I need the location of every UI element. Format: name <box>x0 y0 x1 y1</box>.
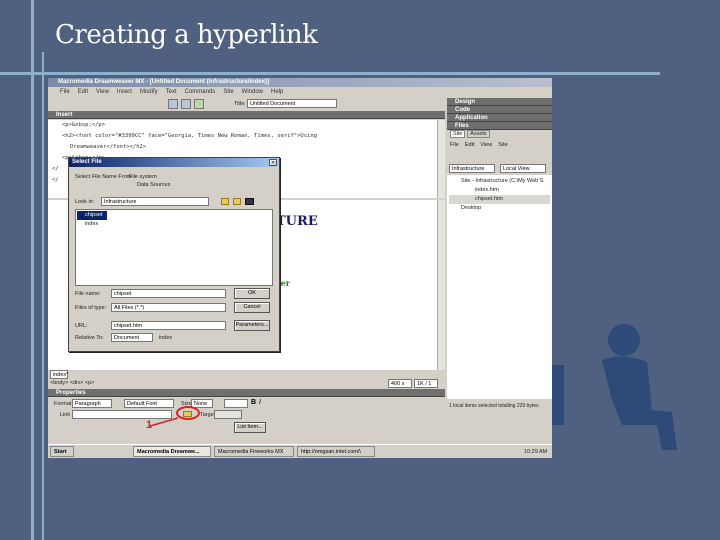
option-data-sources[interactable]: Data Sources <box>137 182 170 188</box>
select-file-dialog: Select File × Select File Name From: Fil… <box>68 157 280 352</box>
panel-code[interactable]: Code <box>447 106 552 114</box>
dialog-title: Select File <box>69 158 279 167</box>
file-item-chipset[interactable]: chipset <box>77 211 107 220</box>
view-menu-icon[interactable] <box>245 198 254 205</box>
code-line: <h2><font color="#3399CC" face="Georgia,… <box>62 133 317 139</box>
right-panel: Design Code Application Files Site Asset… <box>447 98 552 444</box>
font-select[interactable]: Default Font <box>124 399 174 408</box>
bold-button[interactable]: B <box>251 399 256 406</box>
tag-selector[interactable]: <body> <div> <p> <box>50 380 94 386</box>
look-in-select[interactable]: Infrastructure <box>101 197 209 206</box>
format-label: Format <box>54 401 72 407</box>
split-view-button[interactable] <box>181 99 191 109</box>
menu-insert[interactable]: Insert <box>117 89 132 95</box>
menu-window[interactable]: Window <box>242 89 263 95</box>
list-item-button[interactable]: List Item... <box>234 422 266 433</box>
menu-view[interactable]: View <box>96 89 109 95</box>
look-in-label: Look in: <box>75 199 95 205</box>
relative-doc-name: index <box>159 335 173 341</box>
menu-bar: File Edit View Insert Modify Text Commands Site… <box>60 88 291 97</box>
files-menu-file[interactable]: File <box>450 142 459 148</box>
properties-header[interactable]: Properties <box>48 389 445 397</box>
file-list[interactable]: chipset index <box>75 209 273 286</box>
taskbar-browser[interactable]: http://omgsan.intel.com/\ <box>297 446 375 457</box>
code-scrollbar[interactable] <box>437 120 445 198</box>
new-folder-icon[interactable] <box>233 198 241 205</box>
option-file-system[interactable]: File system <box>129 174 157 180</box>
files-of-type-label: Files of type: <box>75 305 107 311</box>
download-time: 1K / 1 sec <box>414 379 438 395</box>
decor-line-vertical-short <box>42 52 44 540</box>
start-button[interactable]: Start <box>50 446 74 457</box>
clock: 10:29 AM <box>524 449 548 455</box>
up-folder-icon[interactable] <box>221 198 229 205</box>
link-label: Link <box>60 412 71 418</box>
design-scrollbar[interactable] <box>437 200 445 370</box>
file-name-input[interactable]: chipset <box>111 289 226 298</box>
dialog-close-button[interactable]: × <box>269 159 277 166</box>
tree-file-index[interactable]: index.htm <box>449 186 550 195</box>
files-of-type-select[interactable]: All Files (*.*) <box>111 303 226 312</box>
design-heading: TURE <box>276 214 318 229</box>
menu-text[interactable]: Text <box>166 89 177 95</box>
annotation-number: 1 <box>146 419 153 431</box>
files-menu-site[interactable]: Site <box>498 142 507 148</box>
title-input[interactable]: Untitled Document <box>247 99 337 108</box>
url-label: URL: <box>75 323 88 329</box>
menu-site[interactable]: Site <box>223 89 233 95</box>
document-toolbar: Title: Untitled Document <box>168 98 448 110</box>
window-title: Macromedia Dreamweaver MX - [Untitled Do… <box>48 78 552 87</box>
menu-edit[interactable]: Edit <box>78 89 88 95</box>
code-line: Dreamweaver</font></h2> <box>70 144 147 150</box>
panel-design[interactable]: Design <box>447 98 552 106</box>
select-from-label: Select File Name From: <box>75 174 133 180</box>
panel-files[interactable]: Files <box>447 122 552 130</box>
taskbar-dreamweaver[interactable]: Macromedia Dreamwe... <box>133 446 211 457</box>
menu-help[interactable]: Help <box>271 89 283 95</box>
decor-line-horizontal <box>0 72 660 75</box>
properties-panel: Format Paragraph Default Font Size None … <box>48 397 445 442</box>
design-view-button[interactable] <box>194 99 204 109</box>
tab-site[interactable]: Site <box>450 130 466 138</box>
file-tree: Site - Infrastructure (C:\My Web S index… <box>447 175 552 399</box>
slide-title: Creating a hyperlink <box>55 20 318 50</box>
target-select[interactable] <box>214 410 242 419</box>
doc-tab-index[interactable]: index* <box>50 370 68 379</box>
menu-file[interactable]: File <box>60 89 70 95</box>
parameters-button[interactable]: Parameters... <box>234 320 270 331</box>
italic-button[interactable]: I <box>259 399 261 406</box>
files-menu-edit[interactable]: Edit <box>465 142 474 148</box>
title-label: Title: <box>234 101 246 107</box>
format-select[interactable]: Paragraph <box>72 399 112 408</box>
files-status: 1 local items selected totalling 229 byt… <box>449 403 540 409</box>
cancel-button[interactable]: Cancel <box>234 302 270 313</box>
code-view-button[interactable] <box>168 99 178 109</box>
panel-application[interactable]: Application <box>447 114 552 122</box>
taskbar-fireworks[interactable]: Macromedia Fireworks MX <box>214 446 294 457</box>
tree-site-root[interactable]: Site - Infrastructure (C:\My Web S <box>449 177 550 186</box>
taskbar: Start Macromedia Dreamwe... Macromedia F… <box>48 444 552 458</box>
ok-button[interactable]: OK <box>234 288 270 299</box>
files-menu-view[interactable]: View <box>480 142 492 148</box>
decor-line-vertical <box>31 0 34 540</box>
site-select[interactable]: Infrastructure <box>449 164 495 173</box>
target-label: Target <box>200 412 216 418</box>
insert-bar[interactable]: Insert <box>48 111 445 119</box>
menu-commands[interactable]: Commands <box>185 89 216 95</box>
menu-modify[interactable]: Modify <box>140 89 158 95</box>
tree-desktop[interactable]: Desktop <box>449 204 550 213</box>
file-name-label: File name: <box>75 291 101 297</box>
person-silhouette <box>552 324 677 450</box>
color-field[interactable] <box>224 399 248 408</box>
view-select[interactable]: Local View <box>500 164 546 173</box>
code-line: <p>&nbsp;</p> <box>62 122 106 128</box>
relative-to-select[interactable]: Document <box>111 333 153 342</box>
relative-to-label: Relative To: <box>75 335 104 341</box>
file-item-index[interactable]: index <box>77 220 271 229</box>
tab-assets[interactable]: Assets <box>467 130 490 138</box>
url-input[interactable]: chipset.htm <box>111 321 226 330</box>
tree-file-chipset[interactable]: chipset.htm <box>449 195 550 204</box>
window-size[interactable]: 400 x 325 <box>388 379 412 395</box>
